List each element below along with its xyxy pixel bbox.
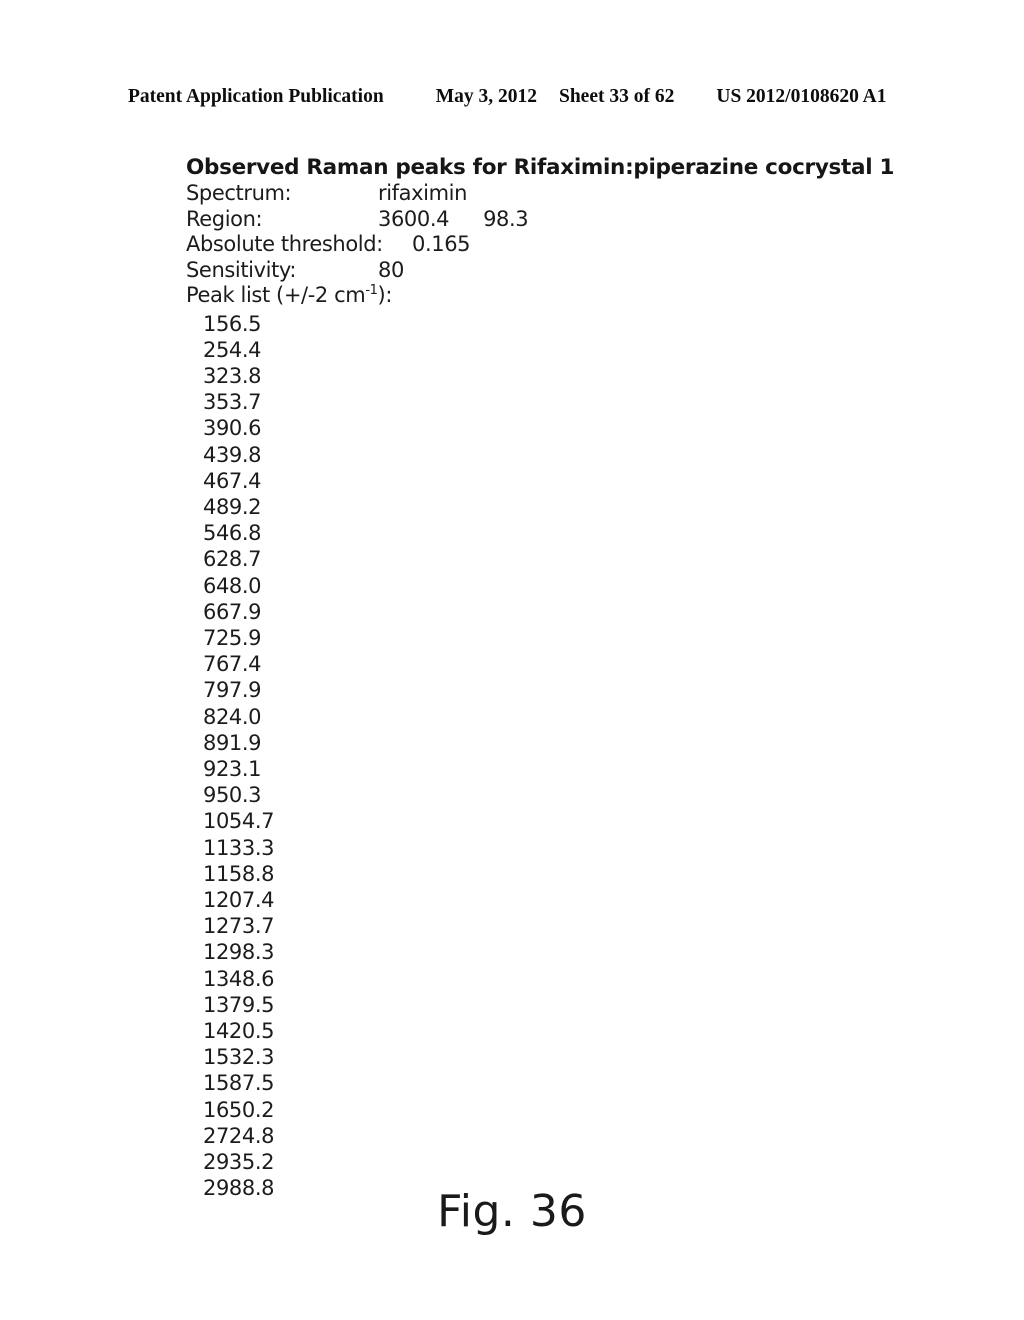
patent-running-header: Patent Application Publication May 3, 20… xyxy=(128,86,887,108)
header-sheet-number: Sheet 33 of 62 xyxy=(558,86,675,107)
peak-list-item: 1587.5 xyxy=(203,1071,275,1096)
peak-list-item: 390.6 xyxy=(203,416,262,441)
region-end-value: 98.3 xyxy=(483,206,529,231)
peak-list-item: 950.3 xyxy=(203,783,262,808)
peak-list-heading-prefix: Peak list (+/-2 cm xyxy=(186,283,366,307)
peak-list-item: 1273.7 xyxy=(203,914,275,939)
peak-list-item: 1298.3 xyxy=(203,940,275,965)
peak-list-item: 1532.3 xyxy=(203,1045,275,1070)
peak-list-item: 667.9 xyxy=(203,599,262,624)
peak-list-item: 1158.8 xyxy=(203,861,275,886)
peak-list-item: 489.2 xyxy=(203,494,262,519)
peak-list-item: 2935.2 xyxy=(203,1150,275,1174)
peak-list-item: 1650.2 xyxy=(203,1097,275,1122)
peak-list-item: 1054.7 xyxy=(203,809,275,834)
peak-list-item: 2724.8 xyxy=(203,1123,275,1148)
peak-list-item: 1348.6 xyxy=(203,966,275,991)
peak-list-item: 546.8 xyxy=(203,521,262,546)
region-start-value: 3600.4 xyxy=(378,206,450,231)
peak-list-item: 323.8 xyxy=(203,363,262,388)
sensitivity-label: Sensitivity: xyxy=(186,257,297,282)
peak-list-item: 923.1 xyxy=(203,756,262,781)
peak-list-item: 628.7 xyxy=(203,547,262,572)
peak-list-item: 797.9 xyxy=(203,678,262,703)
header-patent-number: US 2012/0108620 A1 xyxy=(716,86,887,107)
spectrum-label: Spectrum: xyxy=(186,181,292,205)
header-publication-date: May 3, 2012 xyxy=(435,86,537,107)
peak-list-heading-suffix: ): xyxy=(377,283,393,307)
peak-list-item: 725.9 xyxy=(203,625,262,650)
peak-list-item: 1133.3 xyxy=(203,835,275,860)
peak-list-item: 648.0 xyxy=(203,573,262,598)
figure-caption: Fig. 36 xyxy=(437,1186,587,1237)
header-publication-label: Patent Application Publication xyxy=(128,86,384,107)
peak-list-item: 1420.5 xyxy=(203,1018,275,1043)
peak-list-item: 439.8 xyxy=(203,442,262,467)
sensitivity-value: 80 xyxy=(378,257,404,282)
spectrum-value: rifaximin xyxy=(378,181,467,205)
peak-list-item: 467.4 xyxy=(203,468,262,493)
peak-list-item: 891.9 xyxy=(203,730,262,755)
peak-list-item: 254.4 xyxy=(203,337,262,362)
raman-report-block: Observed Raman peaks for Rifaximin:piper… xyxy=(186,155,895,1202)
peak-list-item: 156.5 xyxy=(203,311,262,336)
peak-list-heading-exponent: -1 xyxy=(365,283,378,298)
metadata-row-absolute-threshold: Absolute threshold: 0.165 xyxy=(186,232,886,258)
region-label: Region: xyxy=(186,206,263,231)
peak-list: 156.5 254.4 323.8 353.7 390.6 439.8 467.4 489.2… xyxy=(186,311,886,1202)
peak-list-item: 353.7 xyxy=(203,390,262,415)
metadata-row-region: Region: 3600.4 98.3 xyxy=(186,207,886,233)
peak-list-item: 1207.4 xyxy=(203,887,275,912)
absolute-threshold-label: Absolute threshold: xyxy=(186,232,383,256)
report-title: Observed Raman peaks for Rifaximin:piper… xyxy=(186,155,895,180)
peak-list-item: 824.0 xyxy=(203,704,262,729)
absolute-threshold-value: 0.165 xyxy=(412,232,471,256)
metadata-row-spectrum: Spectrum: rifaximin xyxy=(186,181,886,207)
peak-list-item: 1379.5 xyxy=(203,992,275,1017)
metadata-row-sensitivity: Sensitivity: 80 xyxy=(186,258,886,284)
peak-list-item: 767.4 xyxy=(203,652,262,677)
peak-list-heading: Peak list (+/-2 cm-1): xyxy=(186,283,886,309)
